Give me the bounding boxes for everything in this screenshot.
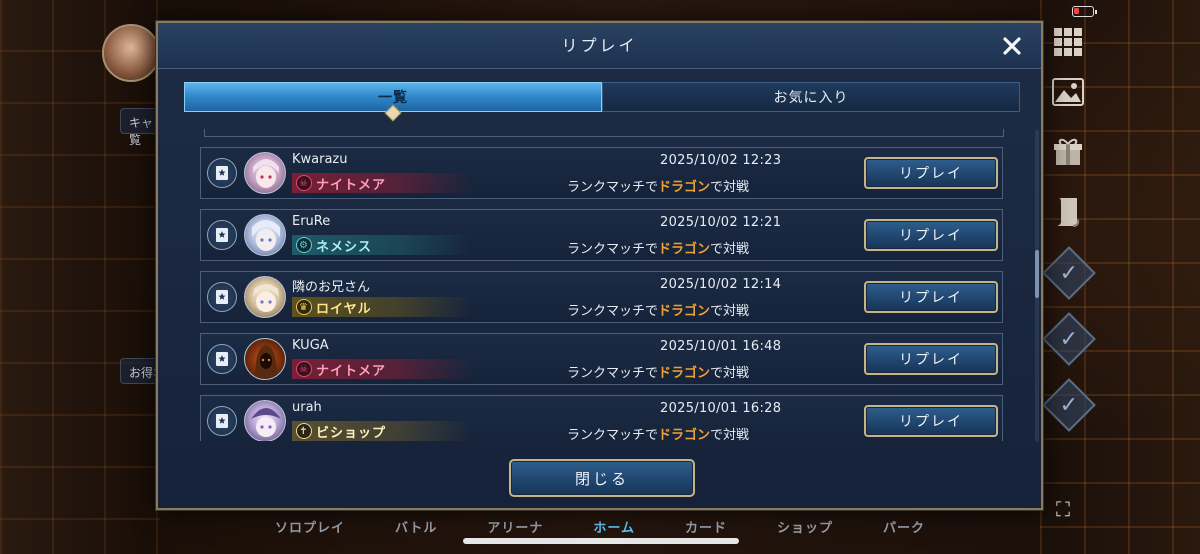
match-description: ランクマッチでドラゴンで対戦 [567,366,750,381]
nav-solo[interactable]: ソロプレイ [275,517,345,536]
replay-modal: リプレイ 一覧 お気に入り Kwarazu ☠ ナイトメア 2025/10/02… [156,21,1043,510]
opponent-class: ドラゴン [658,428,711,441]
match-date: 2025/10/02 12:21 [660,215,782,230]
fullscreen-icon[interactable]: ⛶ [1052,498,1074,520]
battery-icon [1072,6,1097,17]
nemesis-icon: ⚙ [296,237,312,253]
opponent-class: ドラゴン [658,366,711,381]
player-name: urah [292,400,322,415]
bookmark-icon[interactable] [207,406,237,436]
replay-button[interactable]: リプレイ [864,219,998,251]
replay-list[interactable]: Kwarazu ☠ ナイトメア 2025/10/02 12:23 ランクマッチで… [200,131,1006,441]
nav-shop[interactable]: ショップ [777,517,833,536]
background-lattice-left [0,0,160,554]
match-description: ランクマッチでドラゴンで対戦 [567,180,750,195]
replay-row: urah ✝ ビショップ 2025/10/01 16:28 ランクマッチでドラゴ… [200,395,1003,441]
replay-button[interactable]: リプレイ [864,281,998,313]
bookmark-icon[interactable] [207,220,237,250]
nav-arena[interactable]: アリーナ [487,517,543,536]
tab-favorites[interactable]: お気に入り [602,82,1020,112]
replay-row: EruRe ⚙ ネメシス 2025/10/02 12:21 ランクマッチでドラゴ… [200,209,1003,261]
bookmark-icon[interactable] [207,344,237,374]
match-date: 2025/10/01 16:48 [660,339,782,354]
tab-pointer-icon [384,104,402,122]
menu-grid-icon[interactable] [1048,22,1088,62]
match-date: 2025/10/02 12:23 [660,153,782,168]
class-label: ネメシス [316,239,373,255]
list-scrollbar[interactable] [1035,130,1039,442]
opponent-class: ドラゴン [658,242,711,257]
match-date: 2025/10/01 16:28 [660,401,782,416]
nightmare-icon: ☠ [296,175,312,191]
scrollbar-thumb[interactable] [1035,250,1039,298]
bookmark-icon[interactable] [207,282,237,312]
scroll-icon[interactable] [1048,192,1088,232]
modal-title: リプレイ [561,36,638,55]
class-tag: ✝ ビショップ [292,421,472,441]
match-description: ランクマッチでドラゴンで対戦 [567,304,750,319]
opponent-class: ドラゴン [658,180,711,195]
class-label: ナイトメア [316,363,387,379]
class-tag: ☠ ナイトメア [292,359,472,379]
replay-button[interactable]: リプレイ [864,157,998,189]
opponent-class: ドラゴン [658,304,711,319]
class-label: ロイヤル [316,301,372,317]
class-label: ビショップ [316,425,387,441]
gift-icon[interactable] [1048,132,1088,172]
nav-battle[interactable]: バトル [395,517,437,536]
match-date: 2025/10/02 12:14 [660,277,782,292]
player-avatar[interactable] [102,24,160,82]
class-tag: ☠ ナイトメア [292,173,472,193]
nightmare-icon: ☠ [296,361,312,377]
close-button[interactable]: 閉じる [509,459,695,497]
player-name: Kwarazu [292,152,348,167]
match-description: ランクマッチでドラゴンで対戦 [567,242,750,257]
modal-header: リプレイ [158,23,1041,69]
bookmark-icon[interactable] [207,158,237,188]
tab-favorites-label: お気に入り [773,90,849,106]
nav-park[interactable]: パーク [883,517,925,536]
tab-all[interactable]: 一覧 [184,82,602,122]
opponent-avatar [244,400,286,441]
match-description: ランクマッチでドラゴンで対戦 [567,428,750,441]
gallery-icon[interactable] [1048,72,1088,112]
class-tag: ♛ ロイヤル [292,297,472,317]
player-name: 隣のお兄さん [292,280,371,295]
class-tag: ⚙ ネメシス [292,235,472,255]
replay-button[interactable]: リプレイ [864,405,998,437]
bishop-icon: ✝ [296,423,312,439]
replay-button[interactable]: リプレイ [864,343,998,375]
replay-row: Kwarazu ☠ ナイトメア 2025/10/02 12:23 ランクマッチで… [200,147,1003,199]
royal-icon: ♛ [296,299,312,315]
replay-row: 隣のお兄さん ♛ ロイヤル 2025/10/02 12:14 ランクマッチでドラ… [200,271,1003,323]
close-x-icon[interactable] [997,31,1027,61]
tab-bar: 一覧 お気に入り [184,82,1020,122]
nav-card[interactable]: カード [685,517,727,536]
home-indicator[interactable] [463,538,739,544]
player-name: KUGA [292,338,329,353]
opponent-avatar [244,152,286,194]
replay-row: KUGA ☠ ナイトメア 2025/10/01 16:48 ランクマッチでドラゴ… [200,333,1003,385]
nav-home[interactable]: ホーム [593,517,635,536]
opponent-avatar [244,338,286,380]
player-name: EruRe [292,214,331,229]
class-label: ナイトメア [316,177,387,193]
opponent-avatar [244,276,286,318]
opponent-avatar [244,214,286,256]
